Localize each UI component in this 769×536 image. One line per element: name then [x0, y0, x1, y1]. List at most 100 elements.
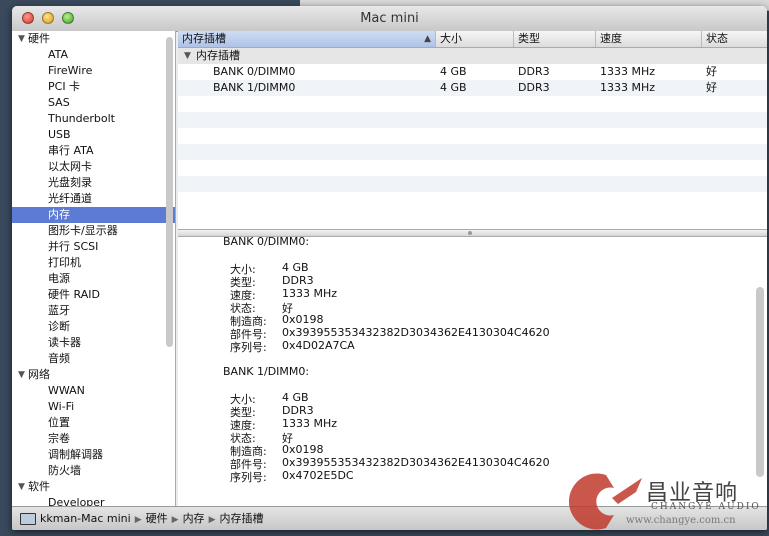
sidebar-group[interactable]: ▼ 网络 [12, 367, 175, 383]
path-separator-icon: ▶ [208, 515, 216, 525]
empty-row [178, 112, 767, 128]
mac-mini-icon [20, 513, 36, 525]
table-group-row[interactable]: ▼ 内存插槽 [178, 48, 767, 64]
column-header-type[interactable]: 类型 [514, 31, 596, 47]
window-title: Mac mini [360, 11, 419, 26]
empty-row [178, 96, 767, 112]
column-header-speed[interactable]: 速度 [596, 31, 702, 47]
detail-field-value: 4 GB [282, 261, 309, 274]
sidebar-item[interactable]: 以太网卡 [12, 159, 175, 175]
sidebar-item[interactable]: 内存 [12, 207, 175, 223]
breadcrumb: kkman-Mac mini ▶ 硬件 ▶ 内存 ▶ 内存插槽 [20, 511, 267, 527]
empty-row [178, 192, 767, 208]
detail-field-value: 1333 MHz [282, 417, 338, 430]
table-header: 内存插槽 ▲ 大小 类型 速度 状态 [178, 31, 767, 48]
sidebar-item[interactable]: 串行 ATA [12, 143, 175, 159]
sidebar-item[interactable]: PCI 卡 [12, 79, 175, 95]
divider-handle-icon [468, 231, 472, 235]
detail-field-value: 4 GB [282, 391, 309, 404]
disclosure-triangle-icon[interactable]: ▼ [18, 479, 25, 495]
detail-field-value: 0x393955353432382D3034362E4130304C4620 [282, 326, 550, 339]
sidebar-group[interactable]: ▼ 硬件 [12, 31, 175, 47]
table-cell: 4 GB [440, 81, 467, 94]
sidebar-item[interactable]: 打印机 [12, 255, 175, 271]
sidebar-item[interactable]: 光纤通道 [12, 191, 175, 207]
watermark-url: www.changye.com.cn [626, 515, 736, 526]
path-segment[interactable]: 内存插槽 [219, 512, 263, 525]
empty-row [178, 144, 767, 160]
column-header-slot[interactable]: 内存插槽 ▲ [178, 31, 436, 47]
memory-table: ▼ 内存插槽 BANK 0/DIMM0 4 GB DDR3 1333 MHz 好 BANK… [178, 48, 767, 228]
sidebar-item[interactable]: 调制解调器 [12, 447, 175, 463]
detail-section-title: BANK 0/DIMM0: [223, 237, 310, 248]
path-separator-icon: ▶ [171, 515, 179, 525]
empty-row [178, 176, 767, 192]
detail-scrollbar[interactable] [756, 287, 764, 477]
sidebar-item[interactable]: 位置 [12, 415, 175, 431]
sidebar-item[interactable]: 蓝牙 [12, 303, 175, 319]
empty-row [178, 128, 767, 144]
disclosure-triangle-icon[interactable]: ▼ [18, 31, 25, 47]
column-header-status[interactable]: 状态 [702, 31, 767, 47]
sidebar-item[interactable]: SAS [12, 95, 175, 111]
sidebar-scrollbar[interactable] [166, 37, 173, 347]
sidebar-item[interactable]: 读卡器 [12, 335, 175, 351]
path-segment[interactable]: 硬件 [146, 512, 168, 525]
table-row[interactable]: BANK 1/DIMM0 4 GB DDR3 1333 MHz 好 [178, 80, 767, 96]
sidebar-item[interactable]: 宗卷 [12, 431, 175, 447]
sidebar-item[interactable]: 诊断 [12, 319, 175, 335]
table-cell: 好 [706, 81, 717, 94]
table-cell: BANK 1/DIMM0 [213, 81, 296, 94]
column-header-size[interactable]: 大小 [436, 31, 514, 47]
detail-field-value: 0x4702E5DC [282, 469, 354, 482]
table-cell: 1333 MHz [600, 65, 656, 78]
split-view-divider[interactable] [178, 229, 767, 237]
sidebar-item[interactable]: 图形卡/显示器 [12, 223, 175, 239]
sidebar-list: ▼ 硬件 ATA FireWire PCI 卡 SAS Thunderbolt USB 串行 A… [12, 31, 175, 506]
sidebar-item[interactable]: ATA [12, 47, 175, 63]
path-segment[interactable]: 内存 [183, 512, 205, 525]
detail-field-value: 0x0198 [282, 313, 324, 326]
sidebar-item[interactable]: 并行 SCSI [12, 239, 175, 255]
detail-section-title: BANK 1/DIMM0: [223, 365, 310, 378]
sidebar-item[interactable]: 电源 [12, 271, 175, 287]
detail-field-value: 0x4D02A7CA [282, 339, 355, 352]
table-cell: 好 [706, 65, 717, 78]
sidebar-item[interactable]: USB [12, 127, 175, 143]
main-pane: 内存插槽 ▲ 大小 类型 速度 状态 ▼ 内存插槽 BANK 0/DIMM0 4 … [178, 31, 767, 506]
table-cell: 1333 MHz [600, 81, 656, 94]
table-cell: BANK 0/DIMM0 [213, 65, 296, 78]
watermark: 昌业音响 CHANGYE AUDIO www.changye.com.cn [566, 465, 766, 535]
sidebar-item[interactable]: 光盘刻录 [12, 175, 175, 191]
sort-ascending-icon: ▲ [424, 34, 431, 44]
sidebar-item[interactable]: 防火墙 [12, 463, 175, 479]
path-segment[interactable]: kkman-Mac mini [40, 512, 131, 525]
detail-field-label: 序列号: [230, 471, 267, 484]
sidebar-item[interactable]: Thunderbolt [12, 111, 175, 127]
sidebar[interactable]: ▼ 硬件 ATA FireWire PCI 卡 SAS Thunderbolt USB 串行 A… [12, 31, 176, 506]
detail-field-value: DDR3 [282, 274, 314, 287]
table-rows: BANK 0/DIMM0 4 GB DDR3 1333 MHz 好 BANK 1/DIMM… [178, 64, 767, 208]
table-cell: DDR3 [518, 65, 550, 78]
table-row[interactable]: BANK 0/DIMM0 4 GB DDR3 1333 MHz 好 [178, 64, 767, 80]
disclosure-triangle-icon[interactable]: ▼ [18, 367, 25, 383]
table-cell: 4 GB [440, 65, 467, 78]
sidebar-item[interactable]: WWAN [12, 383, 175, 399]
detail-field-label: 序列号: [230, 341, 267, 354]
watermark-subtitle: CHANGYE AUDIO [651, 502, 761, 512]
path-separator-icon: ▶ [134, 515, 142, 525]
sidebar-item[interactable]: 硬件 RAID [12, 287, 175, 303]
sidebar-group[interactable]: ▼ 软件 [12, 479, 175, 495]
sidebar-item[interactable]: FireWire [12, 63, 175, 79]
sidebar-item[interactable]: Developer [12, 495, 175, 506]
detail-field-value: 1333 MHz [282, 287, 338, 300]
sidebar-item[interactable]: Wi-Fi [12, 399, 175, 415]
sidebar-item[interactable]: 音频 [12, 351, 175, 367]
detail-field-value: 0x393955353432382D3034362E4130304C4620 [282, 456, 550, 469]
title-bar[interactable]: Mac mini [12, 6, 767, 32]
disclosure-triangle-icon[interactable]: ▼ [184, 48, 191, 64]
table-cell: DDR3 [518, 81, 550, 94]
empty-row [178, 160, 767, 176]
detail-field-value: DDR3 [282, 404, 314, 417]
detail-field-value: 0x0198 [282, 443, 324, 456]
